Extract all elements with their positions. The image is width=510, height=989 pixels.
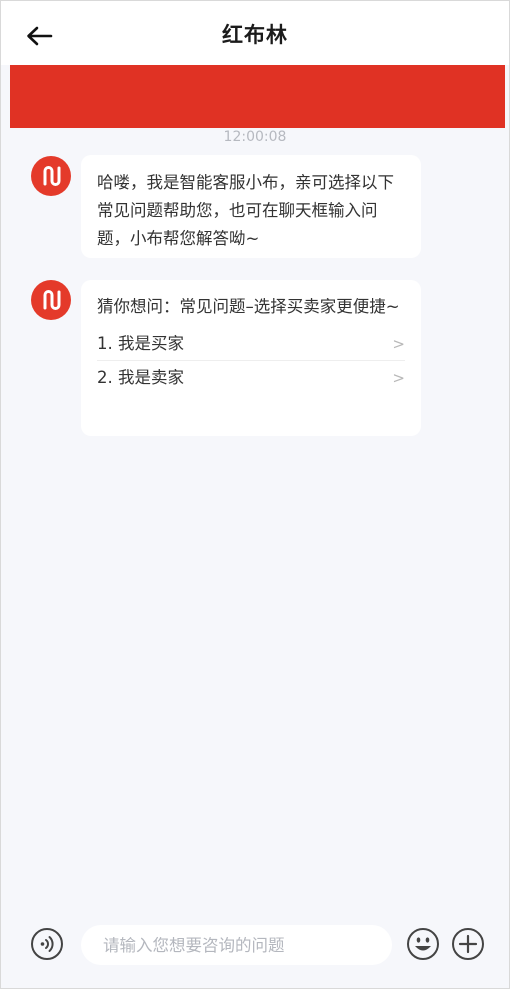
faq-option-buyer[interactable]: 1. 我是买家 > bbox=[97, 327, 405, 361]
bot-avatar bbox=[31, 156, 71, 196]
promo-banner[interactable] bbox=[10, 65, 505, 128]
option-label: 2. 我是卖家 bbox=[97, 368, 184, 387]
chat-input-bar bbox=[1, 913, 509, 977]
voice-icon bbox=[31, 928, 63, 960]
page-title: 红布林 bbox=[222, 23, 288, 47]
bot-message-faq: 猜你想问：常见问题–选择买卖家更便捷~ 1. 我是买家 > 2. 我是卖家 > bbox=[81, 280, 421, 436]
message-text: 哈喽，我是智能客服小布，亲可选择以下常见问题帮助您，也可在聊天框输入问题，小布帮… bbox=[97, 173, 394, 248]
chevron-right-icon: > bbox=[392, 334, 405, 353]
brand-logo-icon bbox=[43, 166, 61, 186]
message-input[interactable] bbox=[81, 925, 392, 965]
emoji-button[interactable] bbox=[406, 927, 440, 961]
bot-avatar bbox=[31, 280, 71, 320]
chevron-right-icon: > bbox=[392, 369, 405, 387]
message-timestamp: 12:00:08 bbox=[223, 129, 287, 145]
more-options-button[interactable] bbox=[451, 927, 485, 961]
option-label: 1. 我是买家 bbox=[97, 333, 184, 353]
app-frame: 红布林 12:00:08 哈喽，我是智能客服小布，亲可选择以下常见问题帮助您，也… bbox=[0, 0, 510, 989]
top-nav-bar: 红布林 bbox=[1, 1, 509, 65]
message-text: 猜你想问：常见问题–选择买卖家更便捷~ bbox=[97, 297, 400, 316]
brand-logo-icon bbox=[43, 290, 61, 310]
bot-message-greeting: 哈喽，我是智能客服小布，亲可选择以下常见问题帮助您，也可在聊天框输入问题，小布帮… bbox=[81, 155, 421, 258]
voice-input-button[interactable] bbox=[30, 927, 64, 961]
emoji-icon bbox=[407, 928, 439, 960]
faq-option-seller[interactable]: 2. 我是卖家 > bbox=[97, 361, 405, 395]
plus-icon bbox=[452, 928, 484, 960]
